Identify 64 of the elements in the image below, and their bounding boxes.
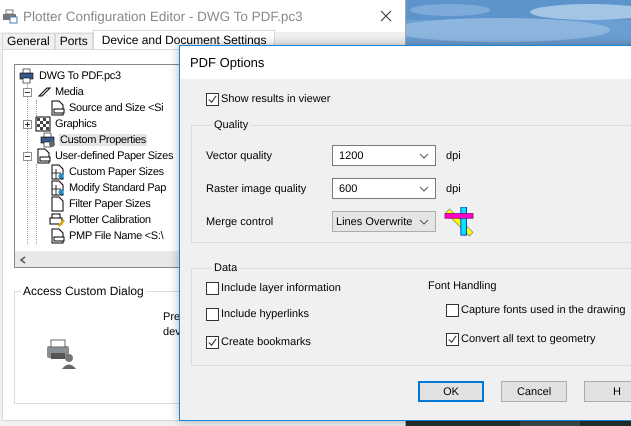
checkbox[interactable] (206, 282, 219, 294)
tree-item[interactable]: Custom Properties (59, 134, 147, 146)
checkbox-label: Include hyperlinks (221, 308, 310, 320)
dropdown[interactable]: Lines Overwrite (332, 211, 436, 232)
tree-item[interactable]: User-defined Paper Sizes (54, 150, 174, 162)
checkered-icon (35, 116, 51, 132)
tab[interactable]: General (2, 33, 55, 49)
tab[interactable]: Ports (54, 33, 93, 49)
group-title: Quality (213, 119, 250, 131)
scroll-left-icon[interactable] (19, 256, 27, 264)
checkbox-label: Include layer information (221, 282, 341, 294)
description-text: Pre (163, 310, 181, 325)
page-icon (49, 164, 65, 180)
checkbox[interactable] (206, 336, 219, 348)
unit-label: dpi (446, 150, 461, 162)
checkbox[interactable] (206, 308, 219, 320)
page-icon (49, 180, 65, 196)
collapse-icon[interactable] (23, 152, 32, 160)
group-title: Access Custom Dialog (22, 284, 145, 298)
close-icon[interactable] (380, 10, 392, 22)
dialog-title: PDF Options (190, 55, 264, 70)
page-icon (49, 100, 65, 116)
page-icon (49, 196, 65, 212)
group-title: Data (213, 262, 238, 274)
tree-item[interactable]: Filter Paper Sizes (68, 198, 152, 210)
scrollbar[interactable] (15, 251, 179, 267)
field-label: Raster image quality (206, 182, 308, 194)
tree-item[interactable]: PMP File Name <S:\ (68, 230, 164, 242)
checkbox[interactable] (446, 304, 459, 316)
printer-pencil-icon (49, 212, 65, 228)
printer-icon (40, 132, 56, 148)
page-icon (35, 148, 51, 164)
field-label: Merge control (206, 216, 274, 228)
tree-item[interactable]: Modify Standard Pap (68, 182, 168, 194)
window-title: Plotter Configuration Editor - DWG To PDF.pc3 (23, 8, 304, 24)
field-label: Vector quality (206, 150, 274, 162)
checkbox-label: Convert all text to geometry (461, 333, 596, 345)
tree-item[interactable]: Source and Size <Si (68, 102, 164, 114)
dialog-button[interactable]: OK (418, 381, 484, 402)
dialog-button[interactable]: Cancel (501, 381, 568, 402)
checkbox-label: Capture fonts used in the drawing (461, 304, 626, 316)
checkbox-label: Show results in viewer (221, 93, 330, 105)
chevron-down-icon (419, 218, 429, 224)
page-icon (49, 228, 65, 244)
tree-item[interactable]: Custom Paper Sizes (68, 166, 165, 178)
printer-icon (19, 68, 35, 84)
checkbox-label: Create bookmarks (221, 336, 311, 348)
checkbox[interactable] (446, 332, 459, 346)
tree-item[interactable]: Graphics (54, 118, 98, 130)
section-label: Font Handling (428, 280, 498, 292)
collapse-icon[interactable] (23, 88, 32, 96)
unit-label: dpi (446, 182, 461, 194)
tree-item[interactable]: DWG To PDF.pc3 (38, 70, 122, 82)
chevron-down-icon (419, 186, 429, 192)
chevron-down-icon (419, 152, 429, 158)
crossed-bars-icon (444, 206, 474, 236)
dropdown[interactable]: 1200 (332, 145, 436, 166)
checkbox[interactable] (206, 92, 219, 106)
expand-icon[interactable] (23, 120, 32, 128)
tree-item[interactable]: Media (54, 86, 84, 98)
dropdown[interactable]: 600 (332, 178, 436, 199)
tree-item[interactable]: Plotter Calibration (68, 214, 152, 226)
dialog-button[interactable]: H (584, 381, 631, 402)
printer-user-icon (45, 338, 77, 370)
